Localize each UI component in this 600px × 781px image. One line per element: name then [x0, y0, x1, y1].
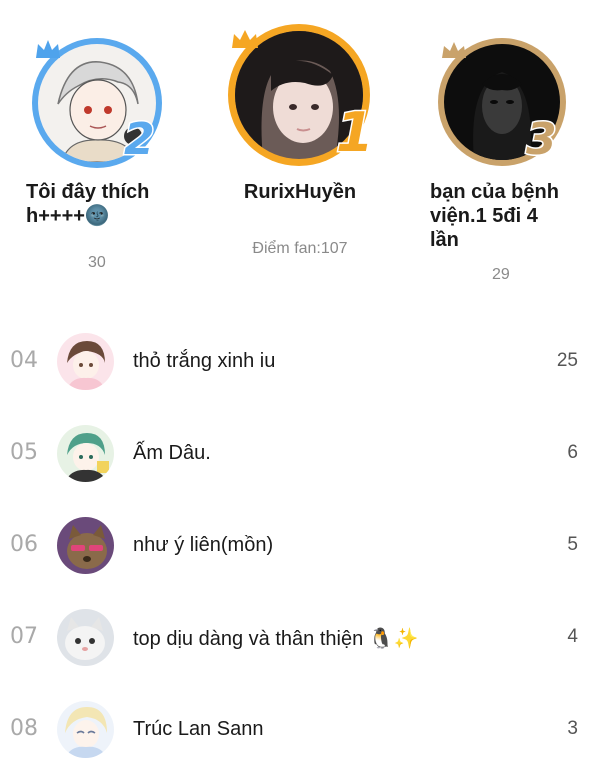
user-name: như ý liên(mồn)	[133, 534, 274, 556]
list-item[interactable]: 05 Ấm Dâu. 6	[0, 408, 600, 500]
score: 6	[567, 442, 578, 463]
user-name: thỏ trắng xinh iu	[133, 350, 276, 372]
podium-second[interactable]: 2 Tôi đây thích h++++🌚 30	[0, 0, 200, 300]
podium-score-third: 29	[492, 266, 510, 283]
podium-third[interactable]: 3 bạn của bệnh viện.1 5đi 4 lần 29	[400, 0, 600, 300]
rank-badge-first: 1	[335, 101, 376, 164]
top-three-podium: 2 Tôi đây thích h++++🌚 30 1 RurixHuyền Đ…	[0, 0, 600, 300]
avatar[interactable]	[57, 333, 114, 390]
rank-number: 04	[10, 348, 38, 373]
podium-name-third: bạn của bệnh viện.1 5đi 4 lần	[430, 181, 559, 251]
rank-badge-third: 3	[525, 114, 559, 165]
podium-first[interactable]: 1 RurixHuyền Điểm fan:107	[200, 0, 400, 300]
avatar[interactable]	[57, 609, 114, 666]
crown-icon	[36, 40, 60, 58]
podium-score-second: 30	[88, 254, 106, 271]
score: 25	[556, 350, 578, 371]
user-name: Ấm Dâu.	[133, 442, 211, 464]
list-item[interactable]: 04 thỏ trắng xinh iu 25	[0, 316, 600, 408]
score: 5	[567, 534, 578, 555]
podium-name-second: Tôi đây thích h++++🌚	[26, 181, 150, 227]
rank-number: 07	[10, 624, 38, 649]
list-item[interactable]: 06 như ý liên(mồn) 5	[0, 500, 600, 592]
list-item[interactable]: 08 Trúc Lan Sann 3	[0, 684, 600, 776]
podium-score-first: Điểm fan:107	[252, 240, 348, 257]
crown-icon	[442, 42, 466, 58]
list-item[interactable]: 07 top dịu dàng và thân thiện 🐧✨ 4	[0, 592, 600, 684]
avatar[interactable]	[57, 701, 114, 758]
rank-number: 05	[10, 440, 38, 465]
avatar[interactable]	[57, 517, 114, 574]
score: 4	[567, 626, 578, 647]
user-name: top dịu dàng và thân thiện 🐧✨	[133, 628, 419, 650]
avatar[interactable]	[57, 425, 114, 482]
user-name: Trúc Lan Sann	[133, 718, 264, 740]
rank-number: 08	[10, 716, 38, 741]
rank-number: 06	[10, 532, 38, 557]
podium-name-first: RurixHuyền	[243, 181, 357, 203]
rank-badge-second: 2	[123, 114, 157, 165]
score: 3	[567, 718, 578, 739]
crown-icon	[232, 30, 258, 48]
